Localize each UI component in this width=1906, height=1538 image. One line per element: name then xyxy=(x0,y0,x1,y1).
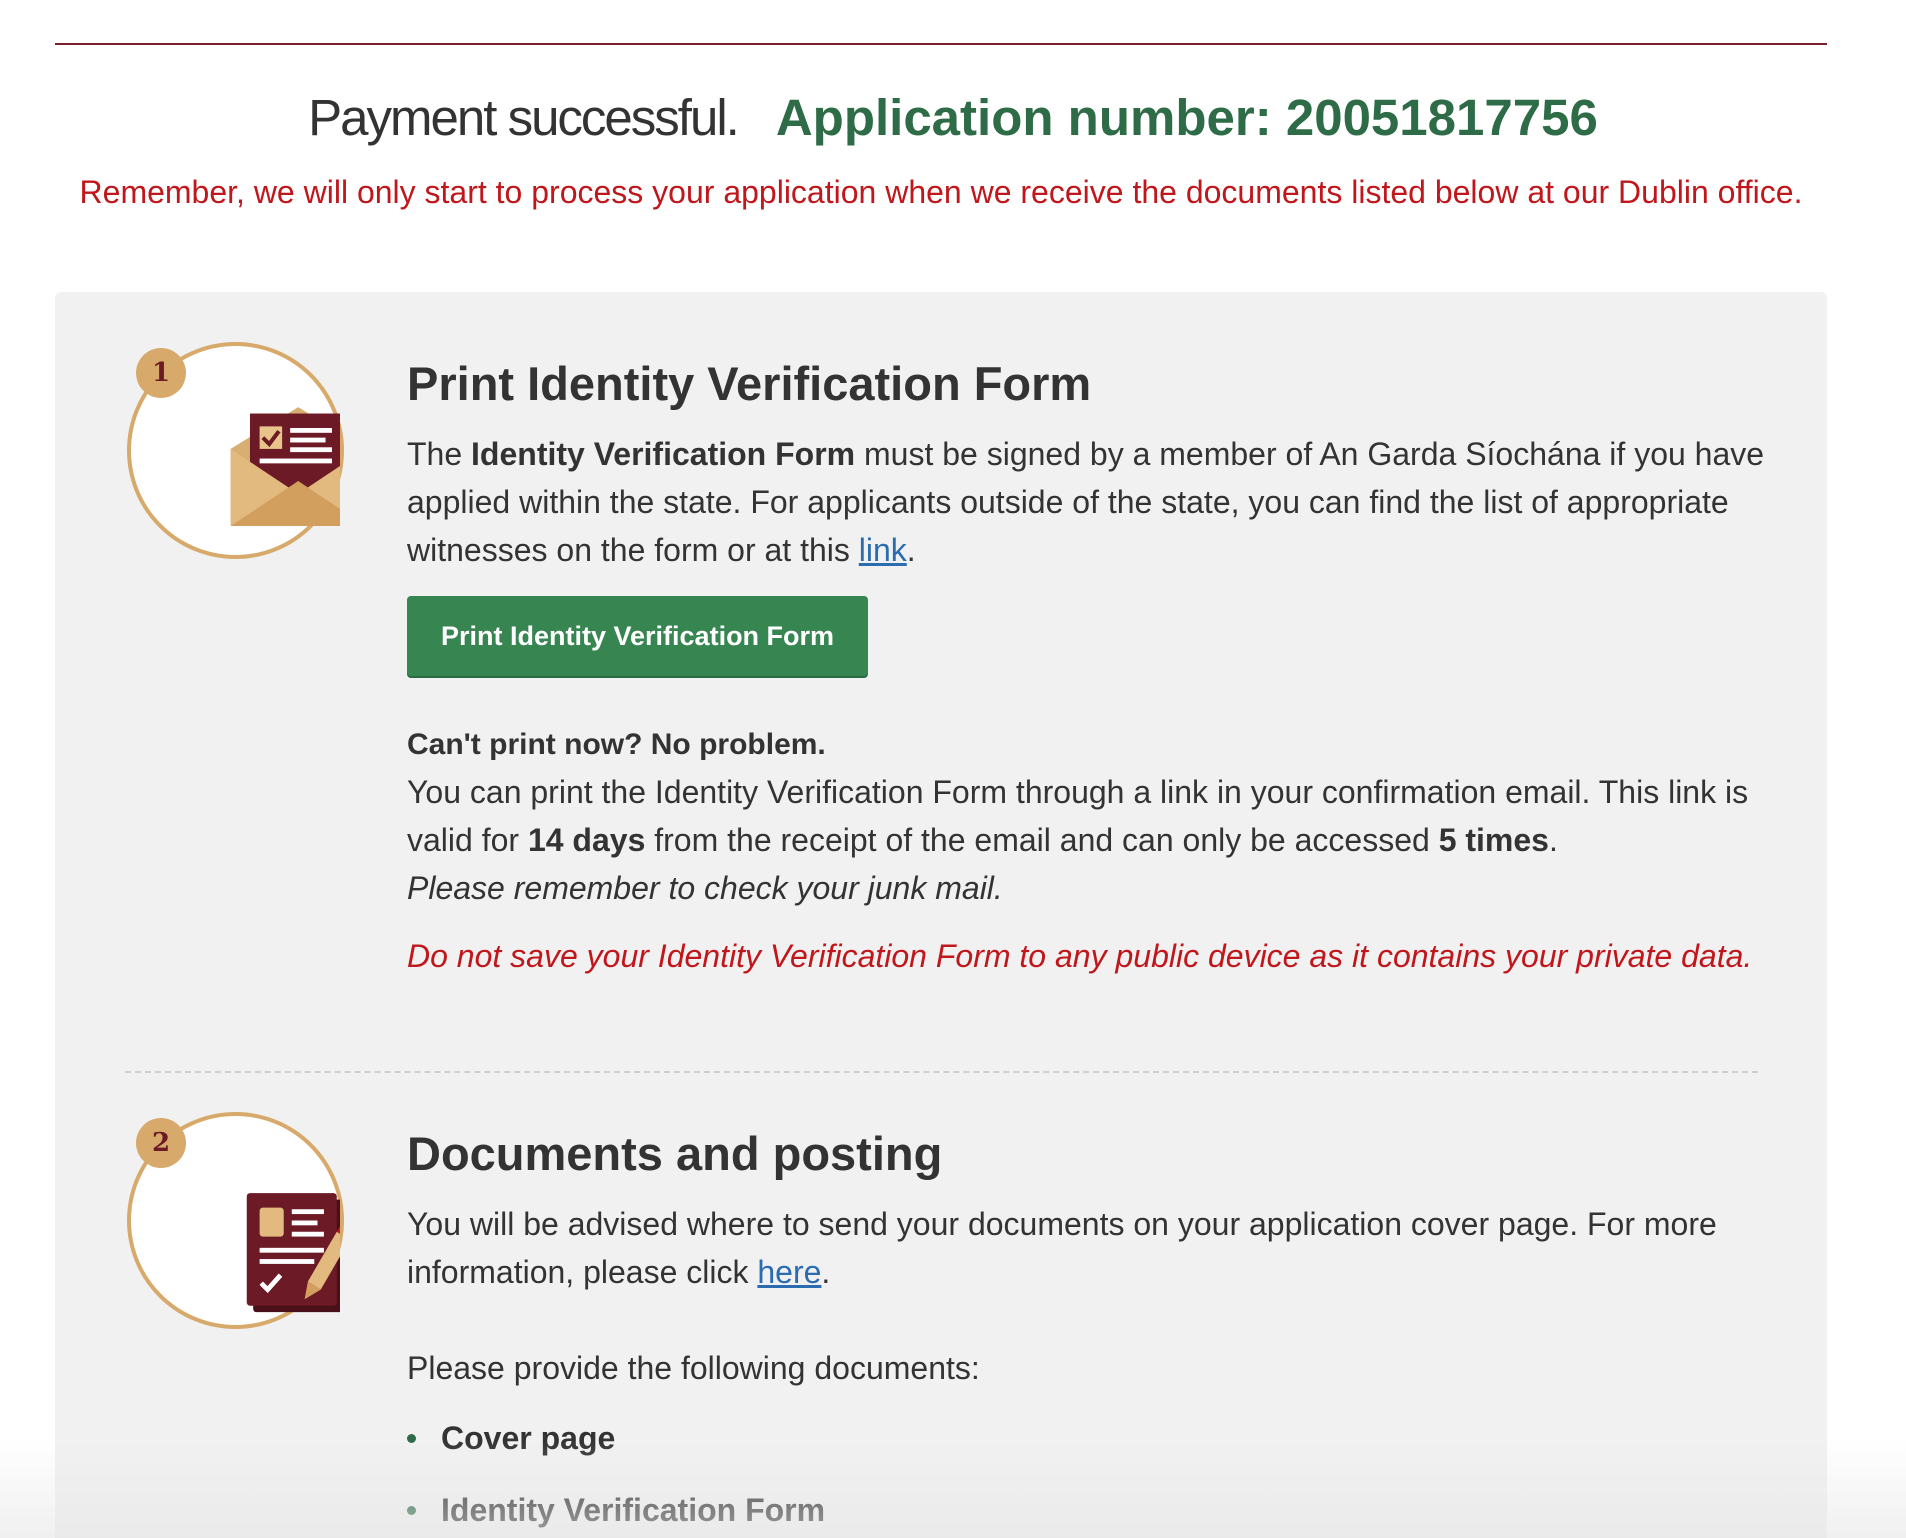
step-2-description: You will be advised where to send your d… xyxy=(407,1200,1807,1296)
step-divider xyxy=(125,1071,1758,1073)
list-item: Identity Verification Form xyxy=(407,1486,1807,1534)
public-device-warning: Do not save your Identity Verification F… xyxy=(407,938,1753,974)
step-1-content: Print Identity Verification Form The Ide… xyxy=(407,342,1807,980)
email-text-2: from the receipt of the email and can on… xyxy=(645,822,1439,858)
steps-panel: 1 Print Identity Verification Form The I… xyxy=(55,292,1827,1538)
access-times: 5 times xyxy=(1438,822,1549,858)
application-number: Application number: 20051817756 xyxy=(775,89,1598,146)
provide-documents-intro: Please provide the following documents: xyxy=(407,1350,980,1386)
processing-reminder: Remember, we will only start to process … xyxy=(79,174,1803,210)
posting-info-text: You will be advised where to send your d… xyxy=(407,1206,1717,1290)
cant-print-heading: Can't print now? No problem. xyxy=(407,728,826,761)
print-identity-form-button[interactable]: Print Identity Verification Form xyxy=(407,596,869,676)
page: Payment successful. Application number: 2… xyxy=(0,0,1906,1538)
more-info-here-link[interactable]: here xyxy=(757,1254,821,1290)
email-text-3: . xyxy=(1548,822,1558,858)
step-1-description: The Identity Verification Form must be s… xyxy=(407,430,1807,574)
header-divider xyxy=(55,43,1827,45)
step-1-number-badge: 1 xyxy=(136,348,186,398)
step-1-title: Print Identity Verification Form xyxy=(407,357,1092,410)
step-2-content: Documents and posting You will be advise… xyxy=(407,1112,1807,1538)
junk-mail-note: Please remember to check your junk mail. xyxy=(407,870,1003,906)
required-documents-list: Cover page Identity Verification Form xyxy=(407,1414,1807,1534)
witnesses-link[interactable]: link xyxy=(859,532,907,568)
posting-info-end: . xyxy=(821,1254,831,1290)
payment-success-text: Payment successful. xyxy=(308,89,740,146)
description-bold-form-name: Identity Verification Form xyxy=(471,436,856,472)
description-prefix: The xyxy=(407,436,472,472)
valid-days: 14 days xyxy=(527,822,646,858)
list-item: Cover page xyxy=(407,1414,1807,1462)
step-2-title: Documents and posting xyxy=(407,1127,943,1180)
email-link-info: You can print the Identity Verification … xyxy=(407,768,1807,912)
payment-status-line: Payment successful. Application number: 2… xyxy=(0,88,1906,147)
description-end: . xyxy=(906,532,916,568)
step-2-number-badge: 2 xyxy=(136,1118,186,1168)
